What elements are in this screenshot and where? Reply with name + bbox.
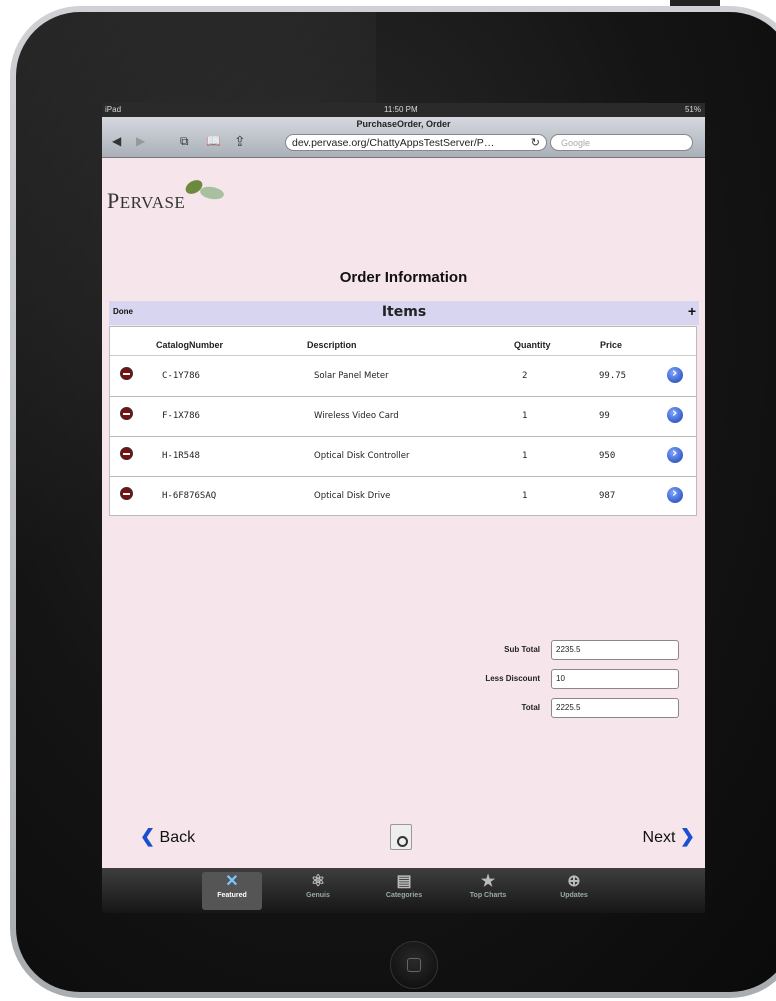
search-field[interactable]: Google: [550, 134, 693, 151]
col-header-description: Description: [307, 340, 357, 350]
ipad-screen: iPad 11:50 PM 51% PurchaseOrder, Order ◀…: [102, 103, 705, 883]
atom-icon: ⚛: [310, 873, 326, 890]
cell-price: 99: [599, 411, 610, 421]
detail-disclosure-icon[interactable]: [667, 446, 683, 463]
cell-description: Solar Panel Meter: [314, 371, 389, 381]
cell-catalog: H-6F876SAQ: [162, 491, 217, 501]
share-icon[interactable]: ⇪: [234, 133, 246, 150]
featured-icon: ✕: [225, 873, 239, 890]
download-icon: ⊕: [567, 873, 581, 890]
device-label: iPad: [105, 105, 122, 114]
browser-page-title: PurchaseOrder, Order: [356, 119, 451, 129]
discount-field[interactable]: 10: [551, 669, 679, 689]
next-label: Next: [642, 829, 676, 846]
delete-icon[interactable]: [120, 487, 133, 500]
discount-label: Less Discount: [485, 674, 540, 683]
delete-icon[interactable]: [120, 407, 133, 420]
home-button[interactable]: [390, 941, 438, 989]
col-header-quantity: Quantity: [514, 340, 551, 350]
cell-quantity: 2: [522, 371, 528, 381]
url-text: dev.pervase.org/ChattyAppsTestServer/P…: [292, 137, 495, 149]
cell-catalog: F-1X786: [162, 411, 200, 421]
cell-description: Optical Disk Controller: [314, 451, 410, 461]
logo-leaf-icon: [185, 180, 224, 200]
table-header: CatalogNumber Description Quantity Price: [110, 327, 696, 356]
cell-description: Optical Disk Drive: [314, 491, 391, 501]
tab-label: Genuis: [306, 892, 330, 899]
items-table: CatalogNumber Description Quantity Price…: [109, 326, 697, 516]
cell-catalog: H-1R548: [162, 451, 200, 461]
browser-back-icon[interactable]: ◀: [112, 134, 121, 148]
cell-quantity: 1: [522, 491, 528, 501]
chevron-left-icon: ❮: [140, 826, 156, 846]
table-row[interactable]: H-6F876SAQ Optical Disk Drive 1 987: [110, 476, 696, 516]
star-icon: ★: [480, 873, 496, 890]
back-label: Back: [159, 829, 196, 846]
bookmarks-icon[interactable]: 📖: [206, 134, 221, 148]
categories-icon: ▤: [396, 873, 412, 890]
table-row[interactable]: F-1X786 Wireless Video Card 1 99: [110, 396, 696, 437]
tab-featured[interactable]: ✕ Featured: [202, 872, 262, 910]
cell-quantity: 1: [522, 451, 528, 461]
total-field[interactable]: 2225.5: [551, 698, 679, 718]
col-header-price: Price: [600, 340, 623, 350]
tab-categories[interactable]: ▤ Categories: [374, 872, 434, 910]
tab-updates[interactable]: ⊕ Updates: [544, 872, 604, 910]
table-row[interactable]: C-1Y786 Solar Panel Meter 2 99.75: [110, 356, 696, 397]
back-button[interactable]: ❮ Back: [140, 826, 195, 847]
subtotal-label: Sub Total: [504, 645, 540, 654]
pervase-logo: PERVASE: [107, 188, 186, 213]
page-title: Order Information: [339, 269, 468, 286]
clock: 11:50 PM: [384, 105, 418, 114]
col-header-catalog: CatalogNumber: [156, 340, 224, 350]
tab-label: Top Charts: [469, 892, 507, 899]
cell-price: 99.75: [599, 371, 627, 381]
home-square-icon: [407, 958, 421, 972]
cell-catalog: C-1Y786: [162, 371, 200, 381]
total-label: Total: [521, 703, 540, 712]
detail-disclosure-icon[interactable]: [667, 406, 683, 423]
app-store-tab-bar: ✕ Featured ⚛ Genuis ▤ Categories ★ Top C…: [102, 868, 705, 913]
tab-top-charts[interactable]: ★ Top Charts: [458, 872, 518, 910]
status-bar: iPad 11:50 PM 51%: [102, 103, 705, 117]
delete-icon[interactable]: [120, 367, 133, 380]
record-icon[interactable]: [390, 824, 412, 850]
url-field[interactable]: dev.pervase.org/ChattyAppsTestServer/P… …: [285, 134, 547, 151]
detail-disclosure-icon[interactable]: [667, 486, 683, 503]
delete-icon[interactable]: [120, 447, 133, 460]
tab-label: Featured: [217, 892, 247, 899]
items-header: Done Items +: [109, 301, 699, 325]
tab-label: Categories: [385, 892, 423, 899]
browser-forward-icon[interactable]: ▶: [136, 134, 145, 148]
subtotal-field[interactable]: 2235.5: [551, 640, 679, 660]
next-button[interactable]: Next ❯: [643, 826, 695, 847]
cell-price: 987: [599, 491, 616, 501]
cell-description: Wireless Video Card: [314, 411, 399, 421]
items-title: Items: [381, 304, 427, 320]
tab-genius[interactable]: ⚛ Genuis: [288, 872, 348, 910]
add-item-button[interactable]: +: [688, 303, 696, 319]
detail-disclosure-icon[interactable]: [667, 366, 683, 383]
reload-icon[interactable]: ↻: [531, 135, 540, 150]
tabs-icon[interactable]: ⧉: [180, 134, 189, 149]
chevron-right-icon: ❯: [679, 826, 695, 846]
battery-indicator: 51%: [684, 105, 701, 114]
cell-quantity: 1: [522, 411, 528, 421]
tab-label: Updates: [560, 892, 588, 899]
cell-price: 950: [599, 451, 616, 461]
table-row[interactable]: H-1R548 Optical Disk Controller 1 950: [110, 436, 696, 477]
browser-toolbar: PurchaseOrder, Order ◀ ▶ ⧉ 📖 ⇪ dev.perva…: [102, 117, 705, 158]
